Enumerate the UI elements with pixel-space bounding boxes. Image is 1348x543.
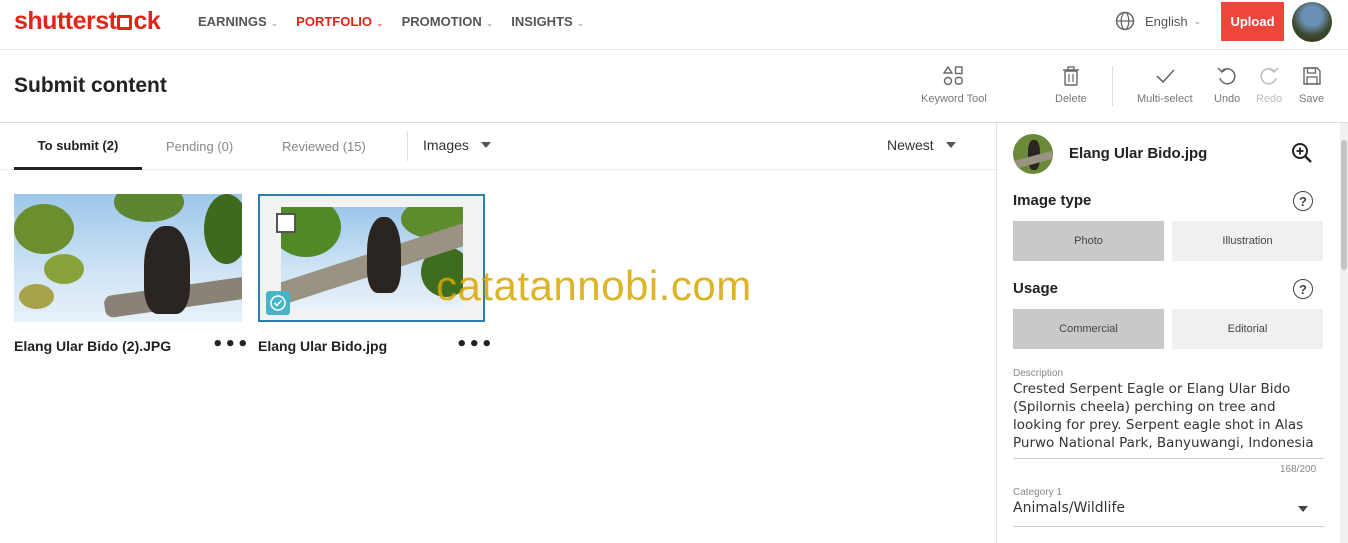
nav-earnings[interactable]: EARNINGS ⌄ [198,14,278,29]
content-tabs: To submit (2) Pending (0) Reviewed (15) … [0,123,996,170]
undo-button[interactable]: Undo [1214,65,1240,105]
toolbar-divider [1112,66,1113,106]
media-type-dropdown[interactable]: Images [423,137,491,153]
chevron-down-icon: ⌄ [1193,15,1202,26]
sort-dropdown[interactable]: Newest [887,137,956,153]
delete-button[interactable]: Delete [1055,65,1087,105]
upload-button[interactable]: Upload [1221,2,1284,41]
shapes-icon [942,65,963,86]
media-type-value: Images [423,137,469,153]
photo-foliage [14,204,74,254]
tab-pending[interactable]: Pending (0) [166,123,233,170]
photo-foliage [204,194,242,264]
caret-down-icon[interactable] [1298,506,1308,512]
avatar[interactable] [1292,2,1332,42]
page-title: Submit content [14,74,167,97]
save-label: Save [1299,93,1325,105]
shutterstock-logo[interactable]: shutterst ck [14,7,161,36]
image-type-title: Image type [1013,192,1092,209]
select-checkbox[interactable] [276,213,296,233]
nav-promotion[interactable]: PROMOTION ⌄ [402,14,494,29]
chevron-down-icon: ⌄ [485,18,494,28]
help-icon[interactable]: ? [1293,279,1313,299]
scrollbar-thumb[interactable] [1341,140,1347,270]
description-field[interactable]: Crested Serpent Eagle or Elang Ular Bido… [1013,380,1325,452]
photo-foliage [19,284,54,309]
keyword-tool-button[interactable]: Keyword Tool [921,65,987,105]
nav-portfolio[interactable]: PORTFOLIO ⌄ [296,14,383,29]
zoom-in-icon[interactable] [1291,142,1313,164]
category-select[interactable]: Animals/Wildlife [1013,500,1125,516]
logo-o-mark [117,15,133,30]
tab-reviewed[interactable]: Reviewed (15) [282,123,366,170]
nav-promotion-label: PROMOTION [401,14,482,29]
check-circle-icon [266,291,290,315]
delete-label: Delete [1055,93,1087,105]
photo-eagle [367,217,401,293]
help-icon[interactable]: ? [1293,191,1313,211]
nav-earnings-label: EARNINGS [198,14,267,29]
tabs-divider [407,131,408,161]
more-options-icon[interactable]: ••• [456,334,494,355]
nav-insights[interactable]: INSIGHTS ⌄ [511,14,584,29]
description-underline [1013,458,1324,459]
photo-foliage [44,254,84,284]
caret-down-icon [945,142,956,148]
main-menu: EARNINGS ⌄ PORTFOLIO ⌄ PROMOTION ⌄ INSIGHTS… [198,14,602,29]
caret-down-icon [480,142,491,148]
nav-portfolio-label: PORTFOLIO [296,14,373,29]
redo-icon [1260,67,1279,85]
trash-icon [1062,66,1079,86]
chevron-down-icon: ⌄ [270,18,279,28]
sort-value: Newest [887,137,934,153]
image-type-illustration[interactable]: Illustration [1172,221,1323,261]
save-button[interactable]: Save [1299,65,1324,105]
redo-label: Redo [1256,93,1283,105]
chevron-down-icon: ⌄ [376,18,384,28]
tab-to-submit[interactable]: To submit (2) [14,123,142,170]
multi-select-button[interactable]: Multi-select [1137,65,1193,105]
selected-thumbnail [1013,134,1053,174]
description-label: Description [1013,368,1064,379]
photo-eagle [144,226,190,314]
usage-editorial[interactable]: Editorial [1172,309,1323,349]
description-counter: 168/200 [1280,464,1317,475]
category-underline [1013,526,1324,527]
undo-icon [1217,67,1236,85]
selected-file-name: Elang Ular Bido.jpg [1069,145,1208,162]
globe-icon [1115,11,1135,31]
checkmark-icon [1156,69,1175,84]
more-options-icon[interactable]: ••• [212,334,250,355]
card-file-name: Elang Ular Bido (2).JPG [14,338,172,354]
keyword-tool-label: Keyword Tool [921,93,987,105]
usage-commercial[interactable]: Commercial [1013,309,1164,349]
language-selector[interactable]: English ⌄ [1115,11,1201,31]
redo-button[interactable]: Redo [1256,65,1282,105]
logo-text-left: shutterst [14,7,117,35]
top-navigation: shutterst ck EARNINGS ⌄ PORTFOLIO ⌄ PROMOTI… [0,0,1348,50]
image-type-photo[interactable]: Photo [1013,221,1164,261]
nav-insights-label: INSIGHTS [511,14,573,29]
undo-label: Undo [1214,93,1241,105]
media-thumbnail[interactable] [14,194,242,322]
floppy-disk-icon [1302,67,1321,85]
multi-select-label: Multi-select [1137,93,1193,105]
card-file-name: Elang Ular Bido.jpg [258,338,388,354]
page-header: Submit content Keyword Tool Delete Multi… [0,50,1348,123]
logo-text-right: ck [133,7,161,35]
media-card[interactable]: Elang Ular Bido (2).JPG ••• [14,194,249,355]
chevron-down-icon: ⌄ [576,18,585,28]
language-label: English [1145,13,1188,29]
category-label: Category 1 [1013,487,1062,498]
usage-title: Usage [1013,280,1059,297]
watermark-text: catatannobi.com [436,262,752,309]
